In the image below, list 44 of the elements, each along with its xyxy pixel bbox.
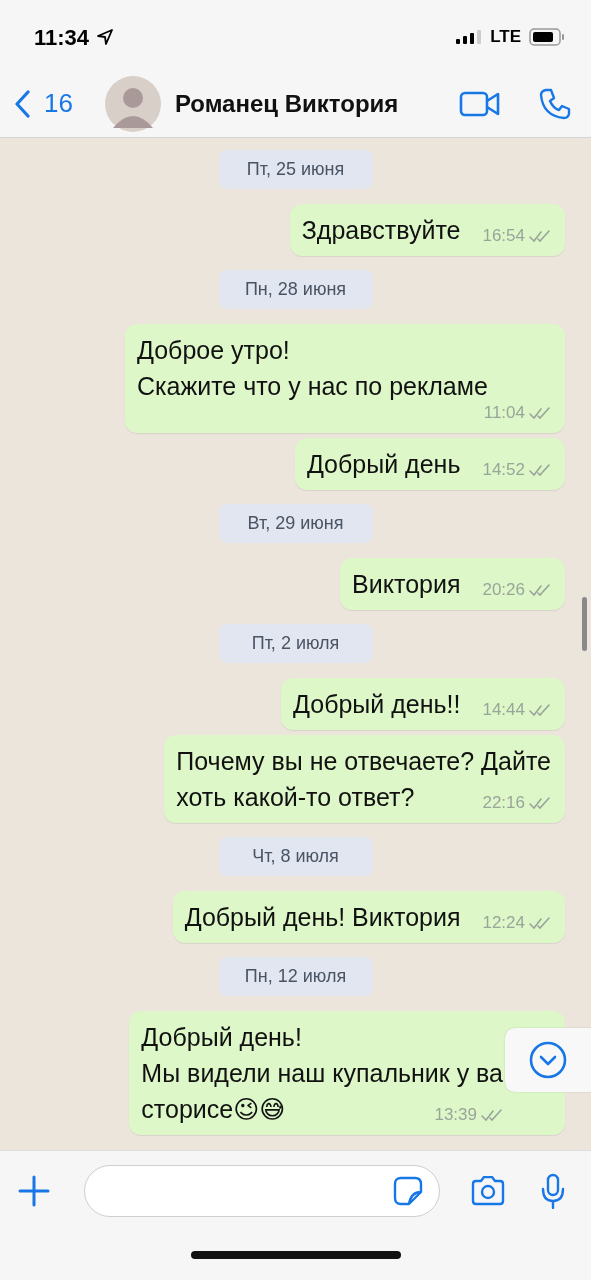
location-arrow-icon xyxy=(97,29,114,45)
message-text: Скажите что у нас по рекламе xyxy=(137,371,488,402)
scroll-bar xyxy=(582,597,587,651)
message-text: Здравствуйте xyxy=(301,215,461,246)
avatar-icon xyxy=(104,75,161,132)
date-chip: Чт, 8 июля xyxy=(218,837,373,876)
date-chip: Пт, 25 июня xyxy=(218,150,373,189)
phone-icon[interactable] xyxy=(539,87,571,120)
message-text: Мы видели наш купальник у ва xyxy=(141,1058,503,1089)
chevron-down-circle-icon xyxy=(528,1040,568,1080)
message-text: Добрый день! xyxy=(141,1022,303,1053)
microphone-icon[interactable] xyxy=(540,1172,566,1209)
message-text: хоть какой-то ответ? xyxy=(176,782,415,813)
message-time: 22:16 xyxy=(482,794,525,811)
date-chip: Пт, 2 июля xyxy=(218,624,373,663)
message-time: 13:39 xyxy=(434,1106,477,1123)
message-time: 16:54 xyxy=(482,227,525,244)
plus-icon[interactable] xyxy=(18,1174,50,1207)
message-text: сторисе😉😅 xyxy=(141,1094,286,1125)
chevron-left-icon xyxy=(14,89,30,118)
message-text: Добрый день! Виктория xyxy=(184,902,461,933)
date-chip: Пн, 12 июля xyxy=(218,957,373,996)
scroll-down-button[interactable] xyxy=(505,1028,591,1092)
battery-icon xyxy=(529,28,565,46)
signal-icon xyxy=(456,30,483,44)
message-text: Добрый день!! xyxy=(293,689,461,720)
back-button[interactable]: 16 xyxy=(14,84,73,123)
message-text: Доброе утро! xyxy=(137,335,291,366)
video-call-icon[interactable] xyxy=(459,89,501,118)
date-chip: Вт, 29 июня xyxy=(218,504,373,543)
message-time: 20:26 xyxy=(482,581,525,598)
network-label: LTE xyxy=(490,26,521,49)
sticker-icon[interactable] xyxy=(393,1175,423,1206)
message-time: 14:52 xyxy=(482,461,525,478)
camera-icon[interactable] xyxy=(470,1175,506,1206)
message-text: Почему вы не отвечаете? Дайте xyxy=(176,746,551,777)
clock-time: 11:34 xyxy=(34,23,90,52)
contact-name: Романец Виктория xyxy=(174,88,399,119)
message-time: 11:04 xyxy=(483,404,525,421)
message-text: Виктория xyxy=(352,569,461,600)
date-chip: Пн, 28 июня xyxy=(218,270,373,309)
message-time: 12:24 xyxy=(482,914,525,931)
message-text: Добрый день xyxy=(306,449,461,480)
message-time: 14:44 xyxy=(482,701,525,718)
